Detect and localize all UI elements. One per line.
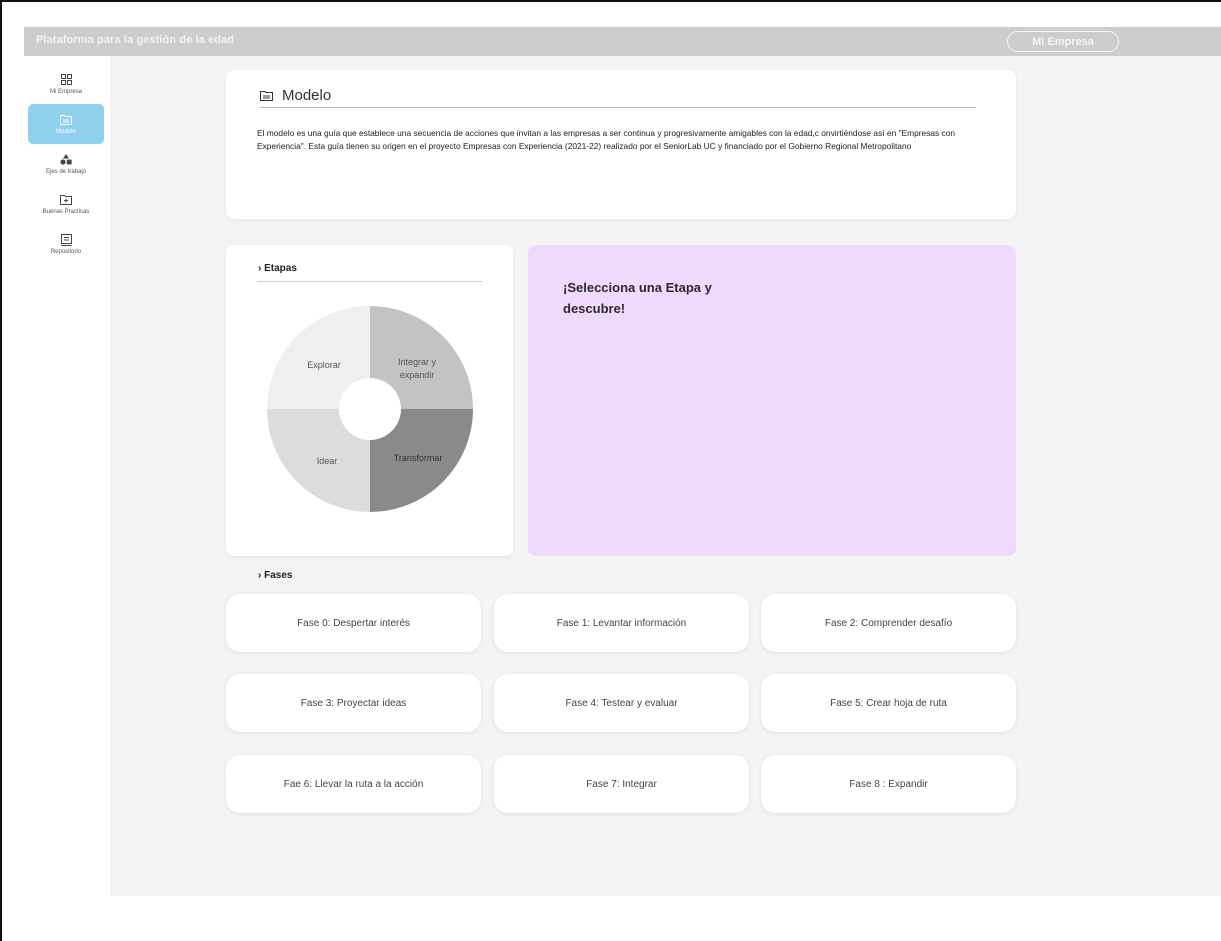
phase-5-button[interactable]: Fase 5: Crear hoja de ruta — [761, 674, 1016, 732]
sidebar-item-label: Buenas Practicas — [42, 208, 90, 215]
sidebar-item-label: Ejes de trabajo — [45, 168, 87, 175]
phase-7-button[interactable]: Fase 7: Integrar — [494, 755, 749, 813]
folder-icon — [60, 114, 72, 126]
phase-3-button[interactable]: Fase 3: Proyectar ideas — [226, 674, 481, 732]
sidebar-item-repositorio[interactable]: Repositorio — [28, 224, 104, 264]
app-title: Plataforma para la gestión de la edad — [36, 34, 235, 46]
model-card: Modelo El modelo es una guía que estable… — [226, 70, 1016, 219]
phase-8-button[interactable]: Fase 8 : Expandir — [761, 755, 1016, 813]
model-description: El modelo es una guía que establece una … — [257, 128, 956, 151]
stages-divider — [257, 281, 482, 282]
sidebar-item-mi-empresa[interactable]: Mi Empresa — [28, 64, 104, 104]
model-header: Modelo — [260, 84, 976, 108]
segment-explorar[interactable] — [267, 306, 370, 409]
sidebar-item-label: Mi Empresa — [49, 88, 82, 95]
top-bar: Plataforma para la gestión de la edad Mi… — [24, 27, 1221, 56]
shapes-icon — [60, 154, 72, 166]
sidebar-item-modelo[interactable]: Modelo — [28, 104, 104, 144]
segment-label-explorar: Explorar — [307, 360, 341, 370]
phase-6-button[interactable]: Fae 6: Llevar la ruta a la acción — [226, 755, 481, 813]
archive-icon — [60, 233, 72, 246]
phase-2-button[interactable]: Fase 2: Comprender desafío — [761, 594, 1016, 652]
sidebar: Mi Empresa Modelo Ejes de trabajo Buenas… — [24, 56, 110, 896]
segment-label-integrar-line2: expandir — [400, 370, 435, 380]
sidebar-item-buenas-practicas[interactable]: Buenas Practicas — [28, 184, 104, 224]
mi-empresa-button[interactable]: Mi Empresa — [1007, 31, 1119, 52]
phases-heading: › Fases — [258, 570, 293, 581]
stage-detail-panel: ¡Selecciona una Etapa y descubre! — [528, 245, 1016, 556]
phase-4-button[interactable]: Fase 4: Testear y evaluar — [494, 674, 749, 732]
stages-donut: Explorar Integrar y expandir Transformar… — [267, 306, 473, 512]
folder-icon — [260, 90, 273, 101]
folder-plus-icon — [60, 194, 72, 206]
select-stage-prompt: ¡Selecciona una Etapa y descubre! — [563, 280, 712, 316]
page-title: Modelo — [282, 87, 332, 104]
segment-label-idear: Idear — [317, 456, 338, 466]
sidebar-item-label: Repositorio — [50, 248, 82, 255]
stages-card: › Etapas Explorar Integrar y expandir Tr… — [226, 245, 513, 556]
phase-0-button[interactable]: Fase 0: Despertar interés — [226, 594, 481, 652]
sidebar-item-ejes-de-trabajo[interactable]: Ejes de trabajo — [28, 144, 104, 184]
dashboard-icon — [60, 74, 72, 86]
sidebar-item-label: Modelo — [56, 128, 76, 135]
main-content: Modelo El modelo es una guía que estable… — [110, 56, 1221, 896]
stages-heading: › Etapas — [258, 263, 297, 274]
segment-label-transformar: Transformar — [394, 453, 443, 463]
phase-1-button[interactable]: Fase 1: Levantar información — [494, 594, 749, 652]
segment-label-integrar-line1: Integrar y — [398, 357, 437, 367]
